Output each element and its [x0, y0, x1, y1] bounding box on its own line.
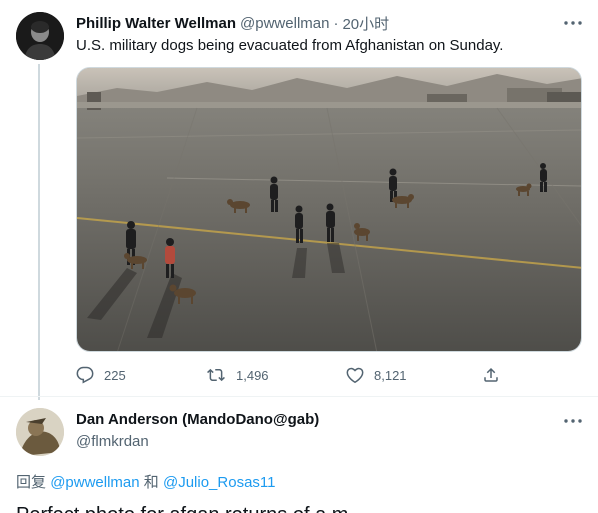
tweet-timestamp[interactable]: 20小时 — [342, 13, 389, 34]
reply-more-options-button[interactable] — [561, 411, 585, 431]
replying-to-line: 回复 @pwwellman 和 @Julio_Rosas11 — [16, 473, 275, 493]
reply-button[interactable]: 225 — [76, 362, 126, 388]
like-count: 8,121 — [374, 367, 407, 383]
reply-author-name[interactable]: Dan Anderson (MandoDano@gab) — [76, 410, 319, 430]
like-button[interactable]: 8,121 — [346, 362, 407, 388]
reply-author-avatar[interactable] — [16, 408, 64, 456]
reply-icon — [76, 366, 94, 384]
reply-text: Perfect photo for afgan returns of a m — [16, 503, 348, 513]
more-horizontal-icon — [564, 419, 582, 423]
share-button[interactable] — [482, 362, 500, 388]
tweet-thread: Phillip Walter Wellman @pwwellman · 20小时… — [0, 0, 598, 513]
retweet-count: 1,496 — [236, 367, 269, 383]
replying-to-label: 回复 — [16, 474, 47, 491]
mention-link-pwwellman[interactable]: @pwwellman — [50, 474, 139, 491]
thread-connector-line — [38, 64, 40, 400]
tweet-divider — [0, 396, 598, 397]
replying-conjunction: 和 — [143, 474, 159, 491]
tweet-header: Phillip Walter Wellman @pwwellman · 20小时 — [76, 12, 389, 34]
author-avatar[interactable] — [16, 12, 64, 60]
tweet-photo[interactable] — [76, 67, 582, 352]
mention-link-julio-rosas[interactable]: @Julio_Rosas11 — [163, 474, 276, 491]
reply-count: 225 — [104, 367, 126, 383]
tweet-actions-bar: 225 1,496 8,121 — [76, 362, 506, 388]
tweet-text: U.S. military dogs being evacuated from … — [76, 37, 504, 54]
share-icon — [482, 366, 500, 384]
heart-icon — [346, 366, 364, 384]
author-handle[interactable]: @pwwellman — [240, 15, 329, 32]
reply-author-handle[interactable]: @flmkrdan — [76, 432, 149, 452]
separator-dot: · — [333, 14, 339, 32]
more-horizontal-icon — [564, 21, 582, 25]
retweet-icon — [206, 366, 226, 384]
retweet-button[interactable]: 1,496 — [206, 362, 269, 388]
author-name[interactable]: Phillip Walter Wellman — [76, 15, 236, 32]
more-options-button[interactable] — [561, 13, 585, 33]
